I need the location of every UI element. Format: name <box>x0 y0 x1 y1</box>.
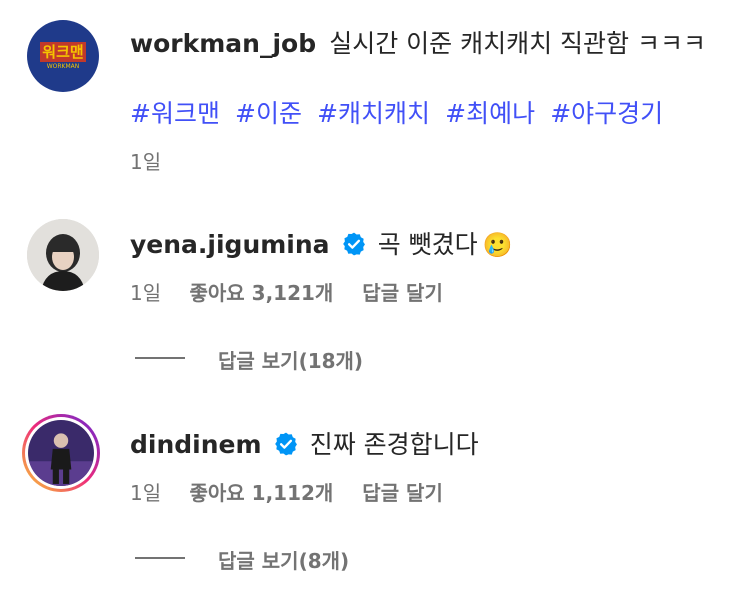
hashtag-link[interactable]: #이준 <box>235 99 302 128</box>
comment-username[interactable]: dindinem <box>130 430 262 459</box>
avatar-workman-job[interactable]: 워크맨 WORKMAN <box>27 20 99 92</box>
comment-text: 곡 뺏겼다 <box>377 230 478 259</box>
comment-username[interactable]: yena.jigumina <box>130 230 330 259</box>
hashtag-link[interactable]: #야구경기 <box>550 99 663 128</box>
comment-meta-row: 1일 좋아요 3,121개 답글 달기 <box>130 277 443 306</box>
view-replies-button[interactable]: 답글 보기(18개) <box>218 345 363 374</box>
hashtag-list: #워크맨 #이준 #캐치캐치 #최예나 #야구경기 <box>130 94 673 130</box>
comment-row-yena: yena.jigumina 곡 뺏겼다 🥲 <box>130 225 513 261</box>
avatar-dindinem[interactable] <box>22 414 100 492</box>
hashtag-link[interactable]: #최예나 <box>445 99 535 128</box>
avatar-photo <box>27 219 99 291</box>
verified-badge-icon <box>274 432 297 456</box>
avatar-logo-text: 워크맨 <box>40 42 86 62</box>
avatar-logo-subtext: WORKMAN <box>46 63 80 70</box>
verified-badge-icon <box>342 232 365 256</box>
reply-button[interactable]: 답글 달기 <box>362 481 443 505</box>
likes-label: 좋아요 <box>189 481 245 505</box>
comment-username[interactable]: workman_job <box>130 29 316 58</box>
comment-row-workman-job: workman_job 실시간 이준 캐치캐치 직관함 ㅋㅋㅋ <box>130 24 706 60</box>
view-replies-button[interactable]: 답글 보기(8개) <box>218 545 349 574</box>
likes-count[interactable]: 좋아요 3,121개 <box>189 281 340 305</box>
comment-time[interactable]: 1일 <box>130 281 161 305</box>
hashtag-link[interactable]: #워크맨 <box>130 99 220 128</box>
comment-time[interactable]: 1일 <box>130 481 161 505</box>
likes-count[interactable]: 좋아요 1,112개 <box>189 481 340 505</box>
likes-label: 좋아요 <box>189 281 245 305</box>
likes-value: 3,121개 <box>251 281 334 305</box>
hashtag-link[interactable]: #캐치캐치 <box>317 99 430 128</box>
comment-row-dindinem: dindinem 진짜 존경합니다 <box>130 425 479 461</box>
comment-text: 진짜 존경합니다 <box>309 430 479 459</box>
avatar-photo <box>28 420 94 486</box>
comment-time[interactable]: 1일 <box>130 146 161 175</box>
avatar-yena-jigumina[interactable] <box>27 219 99 291</box>
likes-value: 1,112개 <box>251 481 334 505</box>
smiling-tear-emoji-icon: 🥲 <box>482 231 513 259</box>
divider-line <box>135 557 185 559</box>
comment-meta-row: 1일 좋아요 1,112개 답글 달기 <box>130 477 443 506</box>
divider-line <box>135 357 185 359</box>
reply-button[interactable]: 답글 달기 <box>362 281 443 305</box>
comment-text: 실시간 이준 캐치캐치 직관함 ㅋㅋㅋ <box>329 29 706 58</box>
